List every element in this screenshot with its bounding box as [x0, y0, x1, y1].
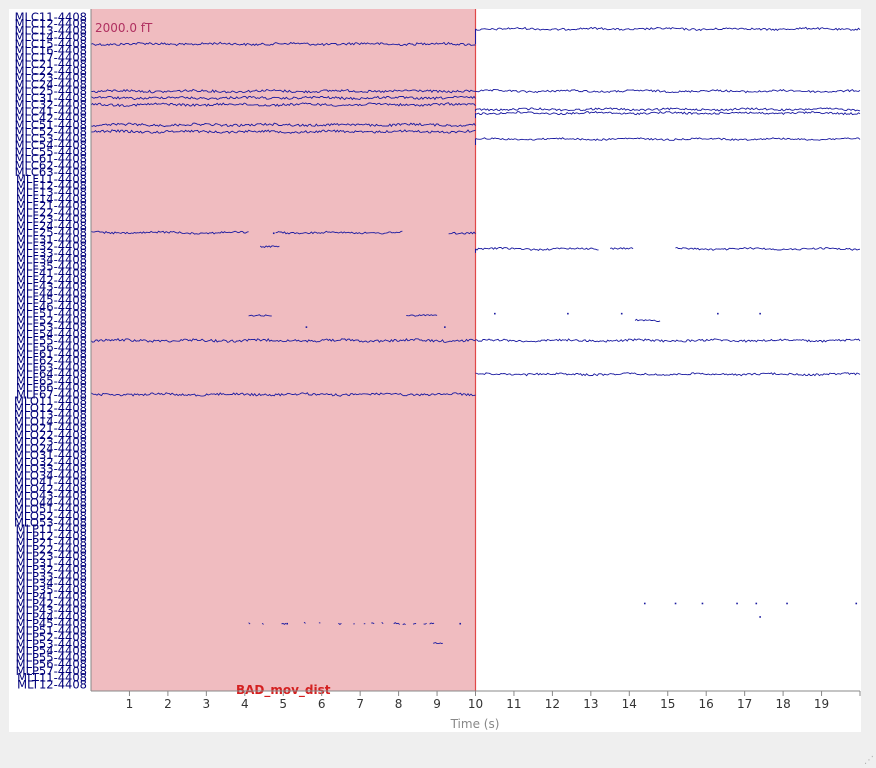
- x-tick-label: 5: [279, 697, 287, 711]
- channel-trace: [475, 107, 861, 112]
- channel-trace: [475, 137, 861, 141]
- annotation-layer: BAD_mov_dist: [91, 9, 477, 698]
- trace-point: [759, 616, 761, 618]
- channel-trace: [609, 247, 634, 250]
- trace-point: [305, 326, 308, 328]
- x-tick-label: 13: [583, 697, 598, 711]
- x-tick-label: 6: [318, 697, 326, 711]
- trace-point: [736, 602, 738, 605]
- channel-trace: [475, 372, 861, 377]
- channel-trace: [475, 26, 861, 32]
- trace-point: [286, 622, 288, 625]
- annotation-span[interactable]: [91, 9, 476, 691]
- trace-point: [643, 602, 646, 605]
- x-tick-label: 3: [203, 697, 211, 711]
- x-tick-label: 16: [699, 697, 714, 711]
- trace-point: [272, 232, 275, 235]
- x-tick-label: 19: [814, 697, 829, 711]
- trace-point: [786, 602, 788, 605]
- trace-point: [759, 312, 761, 315]
- x-tick-label: 10: [468, 697, 483, 711]
- x-tick-label: 7: [356, 697, 364, 711]
- trace-point: [701, 602, 704, 605]
- trace-point: [855, 602, 858, 605]
- x-tick-label: 9: [433, 697, 441, 711]
- channel-trace: [475, 338, 861, 343]
- x-tick-label: 8: [395, 697, 403, 711]
- trace-point: [459, 622, 462, 625]
- x-tick-label: 1: [126, 697, 134, 711]
- figure: BAD_mov_dist MLC11-4408 MLC12-4408 MLC13-4…: [9, 9, 861, 732]
- raw-data-plot[interactable]: BAD_mov_dist MLC11-4408MLC12-4408MLC13-4…: [9, 9, 861, 732]
- channel-label-layer: MLC11-4408MLC12-4408MLC13-4408MLC14-4408…: [14, 10, 87, 691]
- x-tick-label: 4: [241, 697, 249, 711]
- channel-label[interactable]: MLT12-4408: [17, 677, 87, 691]
- channel-trace: [675, 246, 861, 251]
- channel-trace: [475, 246, 599, 251]
- channel-trace: [634, 318, 661, 322]
- trace-point: [674, 602, 677, 605]
- channel-trace: [475, 89, 861, 94]
- trace-point: [755, 602, 758, 605]
- scale-bar-label: 2000.0 fT: [95, 21, 153, 35]
- resize-grip-icon[interactable]: ⋰: [864, 756, 874, 766]
- trace-point: [717, 312, 719, 315]
- x-tick-label: 12: [545, 697, 560, 711]
- x-tick-label: 18: [775, 697, 790, 711]
- x-tick-label: 17: [737, 697, 752, 711]
- x-tick-label: 11: [506, 697, 521, 711]
- x-axis-title: Time (s): [450, 717, 500, 731]
- trace-point: [620, 312, 623, 315]
- x-tick-label: 14: [622, 697, 637, 711]
- trace-point: [494, 312, 496, 315]
- channel-trace: [475, 110, 861, 116]
- trace-point: [444, 326, 446, 328]
- x-tick-label: 15: [660, 697, 675, 711]
- trace-point: [567, 312, 569, 315]
- x-tick-label: 2: [164, 697, 172, 711]
